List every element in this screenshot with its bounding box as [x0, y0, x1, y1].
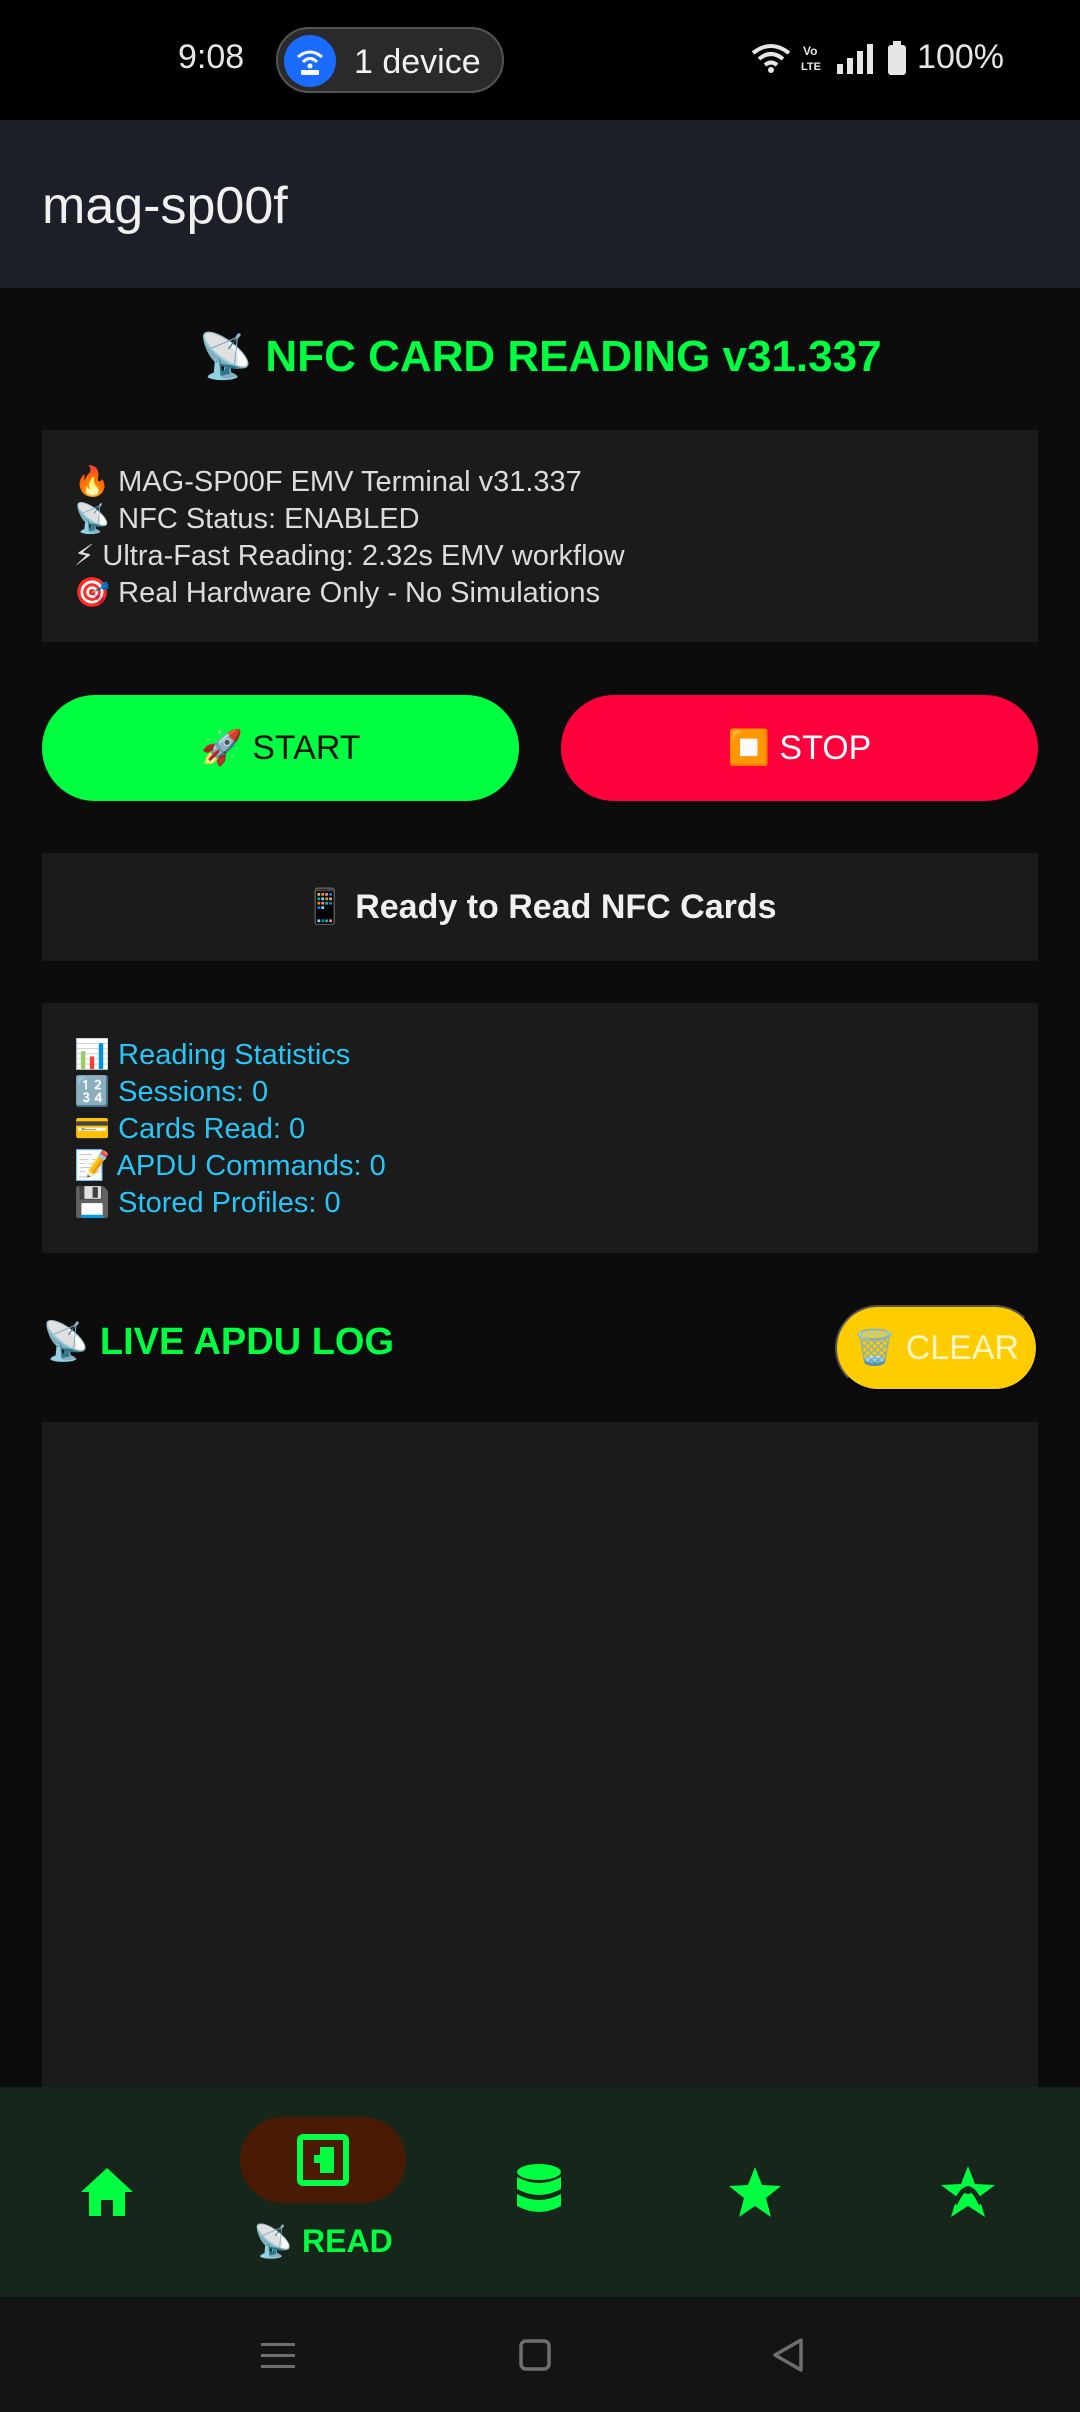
stat-cards-read: 💳 Cards Read: 0	[74, 1113, 306, 1145]
signal-icon	[837, 43, 874, 74]
stat-apdu-commands: 📝 APDU Commands: 0	[74, 1150, 386, 1182]
nav-home[interactable]	[52, 2087, 162, 2297]
apdu-log-area[interactable]	[42, 1422, 1038, 2087]
svg-text:Vo: Vo	[803, 44, 817, 58]
read-card-icon	[297, 2134, 349, 2186]
status-time: 9:08	[178, 38, 245, 76]
svg-text:LTE: LTE	[801, 61, 821, 73]
start-button[interactable]: 🚀 START	[42, 695, 519, 801]
home-icon	[81, 2168, 133, 2216]
clear-log-button[interactable]: 🗑️ CLEAR	[835, 1305, 1038, 1391]
hotspot-icon	[284, 35, 336, 87]
reading-statistics-panel: 📊 Reading Statistics 🔢 Sessions: 0 💳 Car…	[42, 1003, 1038, 1253]
terminal-info-panel: 🔥 MAG-SP00F EMV Terminal v31.337 📡 NFC S…	[42, 430, 1038, 642]
device-count: 1 device	[354, 43, 481, 81]
read-status-panel: 📱 Ready to Read NFC Cards	[42, 853, 1038, 961]
nav-emulate[interactable]	[913, 2087, 1023, 2297]
info-line-reading-speed: ⚡ Ultra-Fast Reading: 2.32s EMV workflow	[74, 540, 625, 572]
system-navigation-bar	[0, 2297, 1080, 2412]
volte-icon: Vo LTE	[801, 44, 821, 73]
info-line-hardware: 🎯 Real Hardware Only - No Simulations	[74, 577, 601, 609]
back-triangle-icon	[773, 2338, 803, 2372]
page-title: 📡 NFC CARD READING v31.337	[198, 332, 882, 381]
battery-icon	[888, 40, 907, 75]
status-bar: 9:08 1 device Vo LTE 100%	[0, 0, 1080, 120]
emulate-icon	[941, 2166, 995, 2217]
nav-read-label[interactable]: 📡 READ	[200, 2222, 446, 2260]
stat-stored-profiles: 💾 Stored Profiles: 0	[74, 1187, 341, 1219]
wifi-icon	[751, 43, 791, 73]
apdu-log-title: 📡 LIVE APDU LOG	[42, 1321, 395, 1363]
read-status-text: 📱 Ready to Read NFC Cards	[303, 888, 777, 926]
home-button[interactable]	[515, 2327, 555, 2383]
nav-favorites[interactable]	[700, 2087, 810, 2297]
stat-sessions: 🔢 Sessions: 0	[74, 1076, 269, 1108]
nav-read[interactable]	[240, 2117, 406, 2203]
stop-button[interactable]: ⏹️ STOP	[561, 695, 1038, 801]
status-icons: Vo LTE 100%	[751, 38, 1004, 77]
star-icon	[729, 2167, 781, 2217]
recents-button[interactable]	[258, 2327, 298, 2383]
app-title: mag-sp00f	[42, 177, 288, 235]
app-bar: mag-sp00f	[0, 120, 1080, 288]
nav-database[interactable]	[484, 2087, 594, 2297]
battery-percent: 100%	[917, 38, 1004, 76]
menu-lines-icon	[261, 2343, 295, 2368]
database-icon	[517, 2164, 561, 2212]
connected-devices-pill[interactable]: 1 device	[276, 27, 504, 93]
back-button[interactable]	[768, 2327, 808, 2383]
info-line-terminal: 🔥 MAG-SP00F EMV Terminal v31.337	[74, 466, 582, 498]
stats-heading: 📊 Reading Statistics	[74, 1039, 351, 1071]
square-home-icon	[519, 2339, 551, 2371]
info-line-nfc-status: 📡 NFC Status: ENABLED	[74, 503, 420, 535]
bottom-navigation: 📡 READ	[0, 2087, 1080, 2297]
